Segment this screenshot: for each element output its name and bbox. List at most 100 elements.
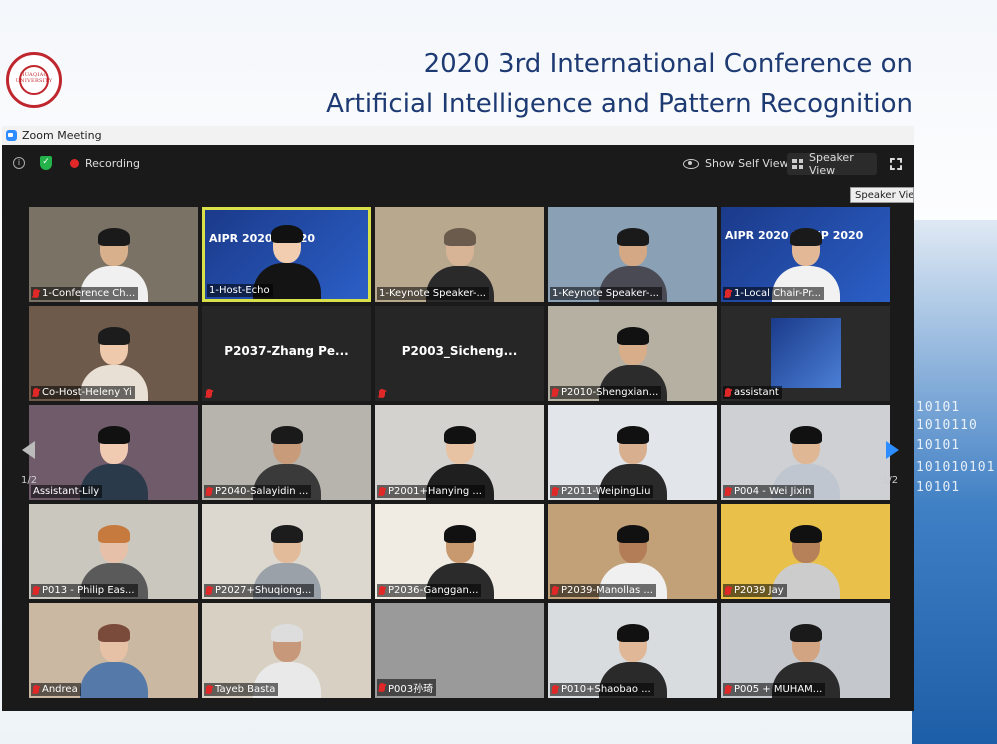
participant-tile[interactable]: P2027+Shuqiong... (202, 504, 371, 599)
participant-tile[interactable]: P003孙琦 (375, 603, 544, 698)
participant-hair (616, 624, 649, 642)
participant-name: P2040-Salayidin ... (215, 486, 309, 497)
participant-tile[interactable]: P2011-WeipingLiu (548, 405, 717, 500)
participant-hair (616, 525, 649, 543)
encryption-button[interactable]: ✓ (40, 156, 52, 170)
participant-tile[interactable]: P2001+Hanying ... (375, 405, 544, 500)
mic-muted-icon (725, 586, 731, 595)
participant-tile[interactable]: P010+Shaobao ... (548, 603, 717, 698)
title-line-1: 2020 3rd International Conference on (423, 49, 913, 79)
participant-name-label: 1-Conference Ch... (31, 287, 139, 300)
mic-muted-icon (725, 685, 731, 694)
participant-tile[interactable]: assistant (721, 306, 890, 401)
participant-name-label: P2011-WeipingLiu (550, 485, 654, 498)
participant-tile[interactable]: P2010-Shengxian... (548, 306, 717, 401)
participant-tile[interactable]: AIPR 2020 ICWIP 20201-Local Chair-Pr... (721, 207, 890, 302)
mic-muted-icon (725, 487, 731, 496)
participant-hair (789, 525, 822, 543)
participant-hair (789, 624, 822, 642)
participant-name-label (377, 388, 391, 399)
mic-muted-icon (725, 289, 731, 298)
participant-hair (97, 426, 130, 444)
participant-tile[interactable]: Tayeb Basta (202, 603, 371, 698)
participant-name-label: 1-Keynote Speaker-... (550, 287, 662, 300)
mic-muted-icon (552, 685, 558, 694)
participant-tile[interactable]: P2040-Salayidin ... (202, 405, 371, 500)
participant-hair (270, 426, 303, 444)
participant-name: P2039-Manollas ... (561, 585, 653, 596)
participant-hair (443, 228, 476, 246)
participant-tile[interactable]: Assistant-Lily (29, 405, 198, 500)
participant-name-label: P2039 Jay (723, 584, 787, 597)
show-self-view-button[interactable]: Show Self View (683, 157, 788, 170)
grid-icon (792, 159, 803, 169)
binary-text: 10101 (916, 438, 961, 453)
participant-hair (97, 327, 130, 345)
participant-name: P2036-Ganggan... (388, 585, 479, 596)
participant-hair (97, 228, 130, 246)
binary-text: 10101 (916, 400, 961, 415)
participant-tile[interactable]: P013 - Philip Eas... (29, 504, 198, 599)
participant-name: 1-Host-Echo (209, 285, 270, 296)
participant-body (79, 662, 148, 698)
participant-tile[interactable]: P2036-Ganggan... (375, 504, 544, 599)
participant-hair (270, 225, 303, 243)
meeting-info-button[interactable]: i (13, 157, 25, 169)
mic-muted-icon (33, 289, 39, 298)
participant-name: P010+Shaobao ... (561, 684, 651, 695)
participant-hair (97, 525, 130, 543)
participant-tile[interactable]: P004 - Wei Jixin (721, 405, 890, 500)
record-icon (70, 159, 79, 168)
participant-name-label: P2039-Manollas ... (550, 584, 656, 597)
mic-muted-icon (379, 389, 385, 398)
participant-name-label: Assistant-Lily (31, 485, 103, 498)
participant-name-label: P2001+Hanying ... (377, 485, 485, 498)
info-icon: i (13, 157, 25, 169)
mic-muted-icon (379, 487, 385, 496)
participant-name-label: assistant (723, 386, 782, 399)
participant-hair (443, 426, 476, 444)
participant-name: P013 - Philip Eas... (42, 585, 135, 596)
participant-tile[interactable]: P2003_Sicheng... (375, 306, 544, 401)
page-indicator-left: 1/2 (21, 475, 38, 486)
title-line-2: Artificial Intelligence and Pattern Reco… (326, 89, 913, 119)
participant-tile[interactable]: P2039-Manollas ... (548, 504, 717, 599)
mic-muted-icon (379, 683, 385, 692)
participant-tile[interactable]: Co-Host-Heleny Yi (29, 306, 198, 401)
eye-icon (683, 158, 699, 169)
mic-muted-icon (379, 586, 385, 595)
binary-text: 1010110 (916, 418, 978, 433)
university-logo: HUAQIAO UNIVERSITY (6, 52, 62, 108)
participant-name-label: Andrea (31, 683, 81, 696)
shield-icon: ✓ (40, 156, 52, 170)
participant-tile[interactable]: 1-Keynote Speaker-... (375, 207, 544, 302)
participant-hair (789, 228, 822, 246)
mic-muted-icon (33, 388, 39, 397)
participant-hair (616, 228, 649, 246)
mic-muted-icon (206, 389, 212, 398)
participant-tile[interactable]: 1-Keynote Speaker-... (548, 207, 717, 302)
participant-tile[interactable]: AIPR 2020 · 2020 1-Host-Echo (202, 207, 371, 302)
participant-name-label: Tayeb Basta (204, 683, 279, 696)
participant-name: Tayeb Basta (215, 684, 276, 695)
participant-tile[interactable]: P005 + MUHAM... (721, 603, 890, 698)
participant-name: P2011-WeipingLiu (561, 486, 651, 497)
participant-name-label: P013 - Philip Eas... (31, 584, 138, 597)
participant-tile[interactable]: P2037-Zhang Pe... (202, 306, 371, 401)
participant-tile[interactable]: P2039 Jay (721, 504, 890, 599)
next-page-arrow-icon[interactable] (886, 441, 899, 459)
participant-name: P2010-Shengxian... (561, 387, 659, 398)
page-indicator-right: 1/2 (882, 475, 899, 486)
participant-tile[interactable]: Andrea (29, 603, 198, 698)
speaker-view-button[interactable]: Speaker View (787, 151, 877, 177)
previous-page-arrow-icon[interactable] (22, 441, 35, 459)
participant-name-label (204, 388, 218, 399)
participant-name: assistant (734, 387, 779, 398)
participant-name: P003孙琦 (388, 684, 434, 695)
participant-name: 1-Local Chair-Pr... (734, 288, 821, 299)
binary-text: 101010101 (916, 460, 996, 475)
show-self-view-label: Show Self View (705, 157, 789, 170)
recording-indicator[interactable]: Recording (70, 157, 140, 170)
participant-tile[interactable]: 1-Conference Ch... (29, 207, 198, 302)
participant-name-label: P003孙琦 (377, 679, 437, 696)
